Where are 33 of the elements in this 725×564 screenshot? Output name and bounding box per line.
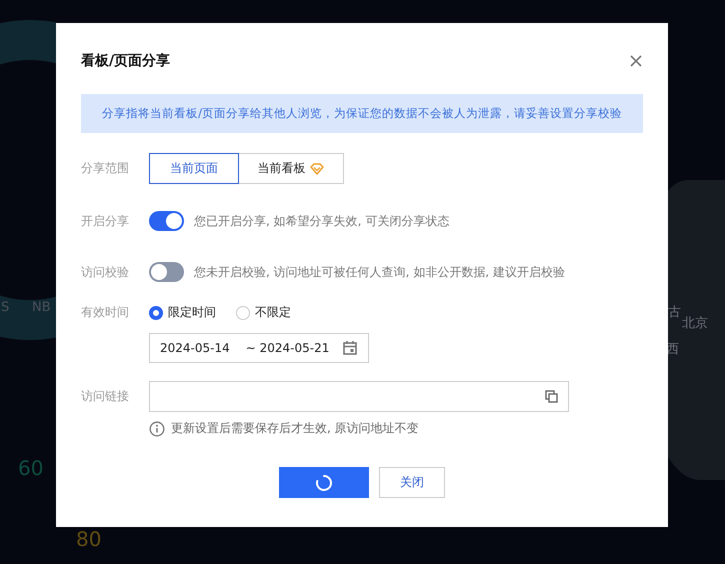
field-label: 开启分享 — [81, 213, 130, 230]
radio-option[interactable]: 不限定 — [236, 304, 291, 321]
info-banner: 分享指将当前看板/页面分享给其他人浏览，为保证您的数据不会被人为泄露，请妥善设置分享校验 — [81, 94, 643, 133]
close-icon — [629, 54, 643, 68]
segment-tab[interactable]: 当前页面 — [149, 153, 239, 184]
dialog-title: 看板/页面分享 — [81, 52, 170, 70]
toggle-switch[interactable] — [149, 262, 184, 282]
calendar-icon — [342, 340, 358, 356]
field-label: 访问校验 — [81, 264, 130, 281]
field-label: 访问链接 — [81, 388, 130, 405]
date-range-field[interactable]: 2024-05-14 ~ 2024-05-21 — [149, 333, 369, 363]
segment-tab[interactable]: 当前看板 — [238, 153, 344, 184]
confirm-button[interactable] — [279, 467, 369, 498]
hint-text: 更新设置后需要保存后才生效, 原访问地址不变 — [171, 420, 419, 437]
background-label: 60 — [18, 456, 44, 480]
switch-description: 您已开启分享, 如希望分享失效, 可关闭分享状态 — [194, 213, 450, 230]
link-field[interactable] — [149, 381, 569, 412]
background-label: NB — [32, 300, 51, 315]
field-label: 分享范围 — [81, 160, 130, 177]
end-date: ~ 2024-05-21 — [246, 341, 330, 355]
background-label: 80 — [76, 527, 102, 551]
background-label: S — [1, 300, 10, 315]
info-icon — [149, 420, 165, 436]
copy-icon — [545, 390, 558, 403]
background-label: 北京 — [682, 315, 708, 332]
switch-description: 您未开启校验, 访问地址可被任何人查询, 如非公开数据, 建议开启校验 — [194, 264, 565, 281]
spinner-icon — [315, 474, 333, 492]
close-dialog-button[interactable]: 关闭 — [379, 467, 445, 498]
radio-option[interactable]: 限定时间 — [149, 304, 216, 321]
toggle-switch[interactable] — [149, 211, 184, 231]
start-date: 2024-05-14 — [160, 341, 230, 355]
field-label: 有效时间 — [81, 304, 130, 321]
background-label: 古 — [668, 304, 681, 321]
